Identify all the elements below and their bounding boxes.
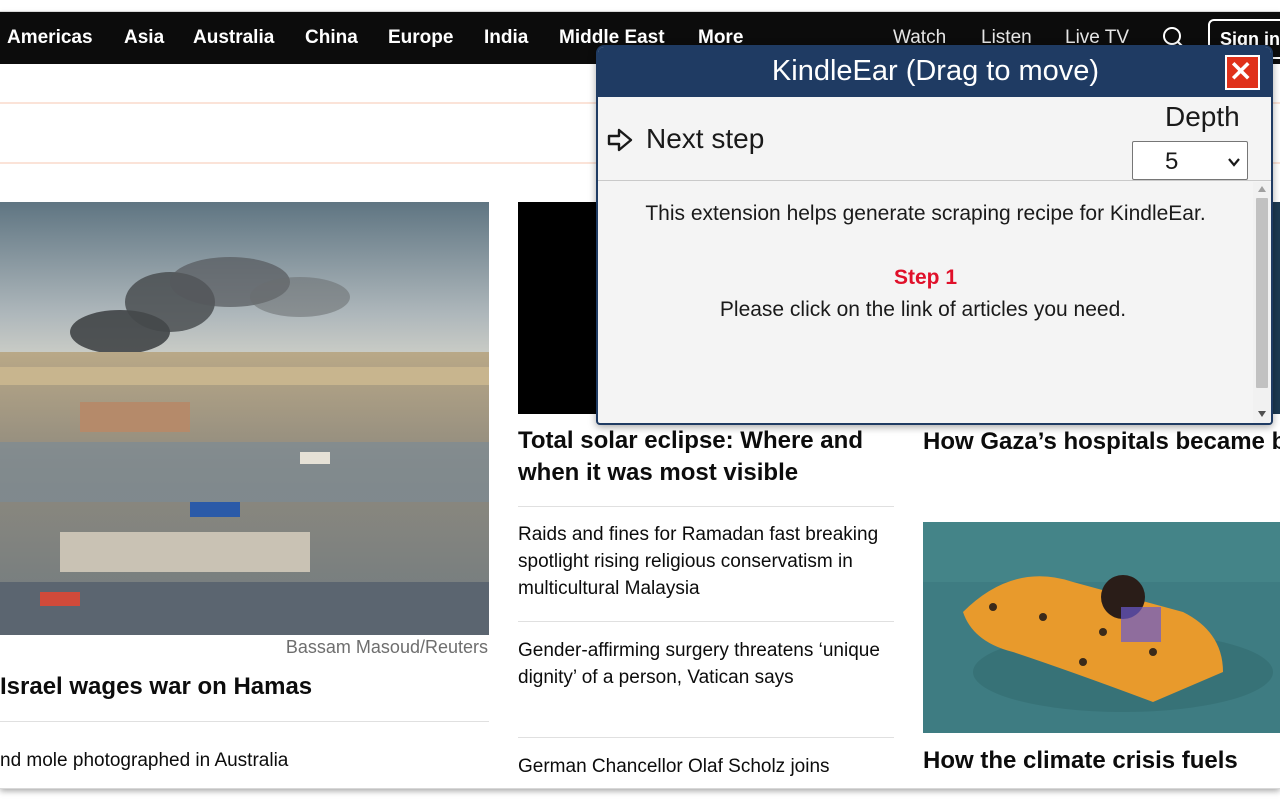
popup-drag-handle[interactable]: KindleEar (Drag to move) xyxy=(598,47,1271,97)
nav-china[interactable]: China xyxy=(305,27,358,49)
browser-viewport: Americas Asia Australia China Europe Ind… xyxy=(0,12,1280,788)
arrow-right-icon xyxy=(607,128,633,152)
divider xyxy=(518,621,894,622)
divider xyxy=(518,737,894,738)
nav-india[interactable]: India xyxy=(484,27,528,49)
depth-value: 5 xyxy=(1165,148,1179,175)
nav-asia[interactable]: Asia xyxy=(124,27,164,49)
intro-text: This extension helps generate scraping r… xyxy=(645,202,1206,225)
nav-americas[interactable]: Americas xyxy=(7,27,93,49)
kindleear-popup[interactable]: KindleEar (Drag to move) Next step Depth… xyxy=(596,45,1273,425)
depth-label: Depth xyxy=(1165,101,1240,132)
popup-controls: Next step Depth 5 xyxy=(598,97,1271,181)
nav-australia[interactable]: Australia xyxy=(193,27,274,49)
headline-eclipse[interactable]: Total solar eclipse: Where and when it w… xyxy=(518,425,894,489)
story-malaysia[interactable]: Raids and fines for Ramadan fast breakin… xyxy=(518,521,894,602)
close-button[interactable] xyxy=(1225,55,1260,90)
depth-select[interactable]: 5 xyxy=(1132,141,1248,180)
step-title: Step 1 xyxy=(893,266,958,289)
story-scholz[interactable]: German Chancellor Olaf Scholz joins xyxy=(518,753,894,780)
next-step-label: Next step xyxy=(646,123,765,154)
photo-credit: Bassam Masoud/Reuters xyxy=(285,637,488,657)
close-icon xyxy=(1231,61,1250,80)
popup-title: KindleEar (Drag to move) xyxy=(771,55,1100,87)
story-vatican[interactable]: Gender-affirming surgery threatens ‘uniq… xyxy=(518,637,894,691)
headline-climate-crisis[interactable]: How the climate crisis fuels xyxy=(923,745,1280,777)
headline-israel[interactable]: Israel wages war on Hamas xyxy=(0,673,489,701)
scroll-thumb[interactable] xyxy=(1256,198,1268,388)
story-mole[interactable]: nd mole photographed in Australia xyxy=(0,750,489,772)
divider xyxy=(0,721,489,722)
nav-europe[interactable]: Europe xyxy=(388,27,453,49)
step-description: Please click on the link of articles you… xyxy=(719,298,1127,321)
headline-gaza-hospitals[interactable]: How Gaza’s hospitals became battleground… xyxy=(923,426,1280,458)
chevron-down-icon xyxy=(1228,158,1240,167)
popup-body: This extension helps generate scraping r… xyxy=(598,182,1253,423)
scroll-down-icon[interactable] xyxy=(1258,410,1266,418)
right-top-image[interactable] xyxy=(1272,202,1280,414)
popup-scrollbar[interactable] xyxy=(1253,182,1271,423)
hero-photo[interactable] xyxy=(0,202,489,635)
flood-photo[interactable] xyxy=(923,522,1280,733)
scroll-up-icon[interactable] xyxy=(1258,185,1266,193)
divider xyxy=(518,506,894,507)
